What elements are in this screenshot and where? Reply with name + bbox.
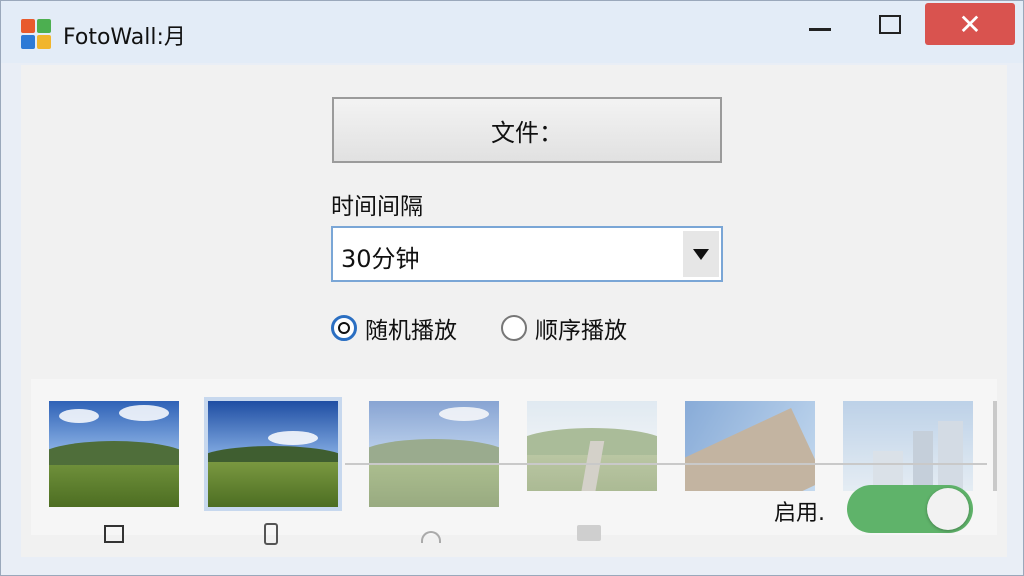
phone-icon[interactable] xyxy=(264,523,278,545)
dropdown-arrow-button[interactable] xyxy=(683,231,719,277)
enable-label: 启用. xyxy=(774,501,825,526)
thumbnail-mountain-meadow-3[interactable] xyxy=(369,401,499,507)
minimize-button[interactable] xyxy=(797,3,843,45)
app-window: FotoWall:月 ✕ 文件： 时间间隔 30分钟 随机播放 顺序播放 启用. xyxy=(0,0,1024,576)
radio-unselected-icon xyxy=(501,315,527,341)
thumbnail-city-buildings[interactable] xyxy=(843,401,973,491)
thumbnail-road-valley[interactable] xyxy=(527,401,657,491)
close-button[interactable]: ✕ xyxy=(925,3,1015,45)
main-panel: 文件： 时间间隔 30分钟 随机播放 顺序播放 启用. xyxy=(21,65,1007,557)
radio-random-play[interactable]: 随机播放 xyxy=(331,312,457,344)
radio-random-label: 随机播放 xyxy=(365,318,457,344)
radio-selected-icon xyxy=(331,315,357,341)
maximize-icon xyxy=(879,14,901,34)
thumbnail-rocky-slope[interactable] xyxy=(685,401,815,491)
thumbnail-mountain-meadow-2[interactable] xyxy=(204,397,342,511)
headset-icon[interactable] xyxy=(421,531,441,543)
interval-value: 30分钟 xyxy=(341,245,420,273)
app-logo-icon xyxy=(21,19,51,49)
timeline-divider xyxy=(345,463,987,465)
chevron-down-icon xyxy=(693,248,709,260)
interval-select[interactable]: 30分钟 xyxy=(331,226,723,282)
thumbnail-mountain-meadow-1[interactable] xyxy=(49,401,179,507)
folder-icon[interactable] xyxy=(577,525,601,541)
maximize-button[interactable] xyxy=(867,3,913,45)
toggle-knob xyxy=(927,488,969,530)
file-button[interactable]: 文件： xyxy=(332,97,722,163)
minimize-icon xyxy=(809,27,831,31)
radio-sequential-label: 顺序播放 xyxy=(535,318,627,344)
tablet-icon[interactable] xyxy=(104,525,124,543)
enable-toggle[interactable] xyxy=(847,485,973,533)
interval-label: 时间间隔 xyxy=(331,194,423,220)
title-bar[interactable]: FotoWall:月 ✕ xyxy=(1,1,1023,63)
radio-sequential-play[interactable]: 顺序播放 xyxy=(501,312,627,344)
window-title: FotoWall:月 xyxy=(63,25,186,50)
